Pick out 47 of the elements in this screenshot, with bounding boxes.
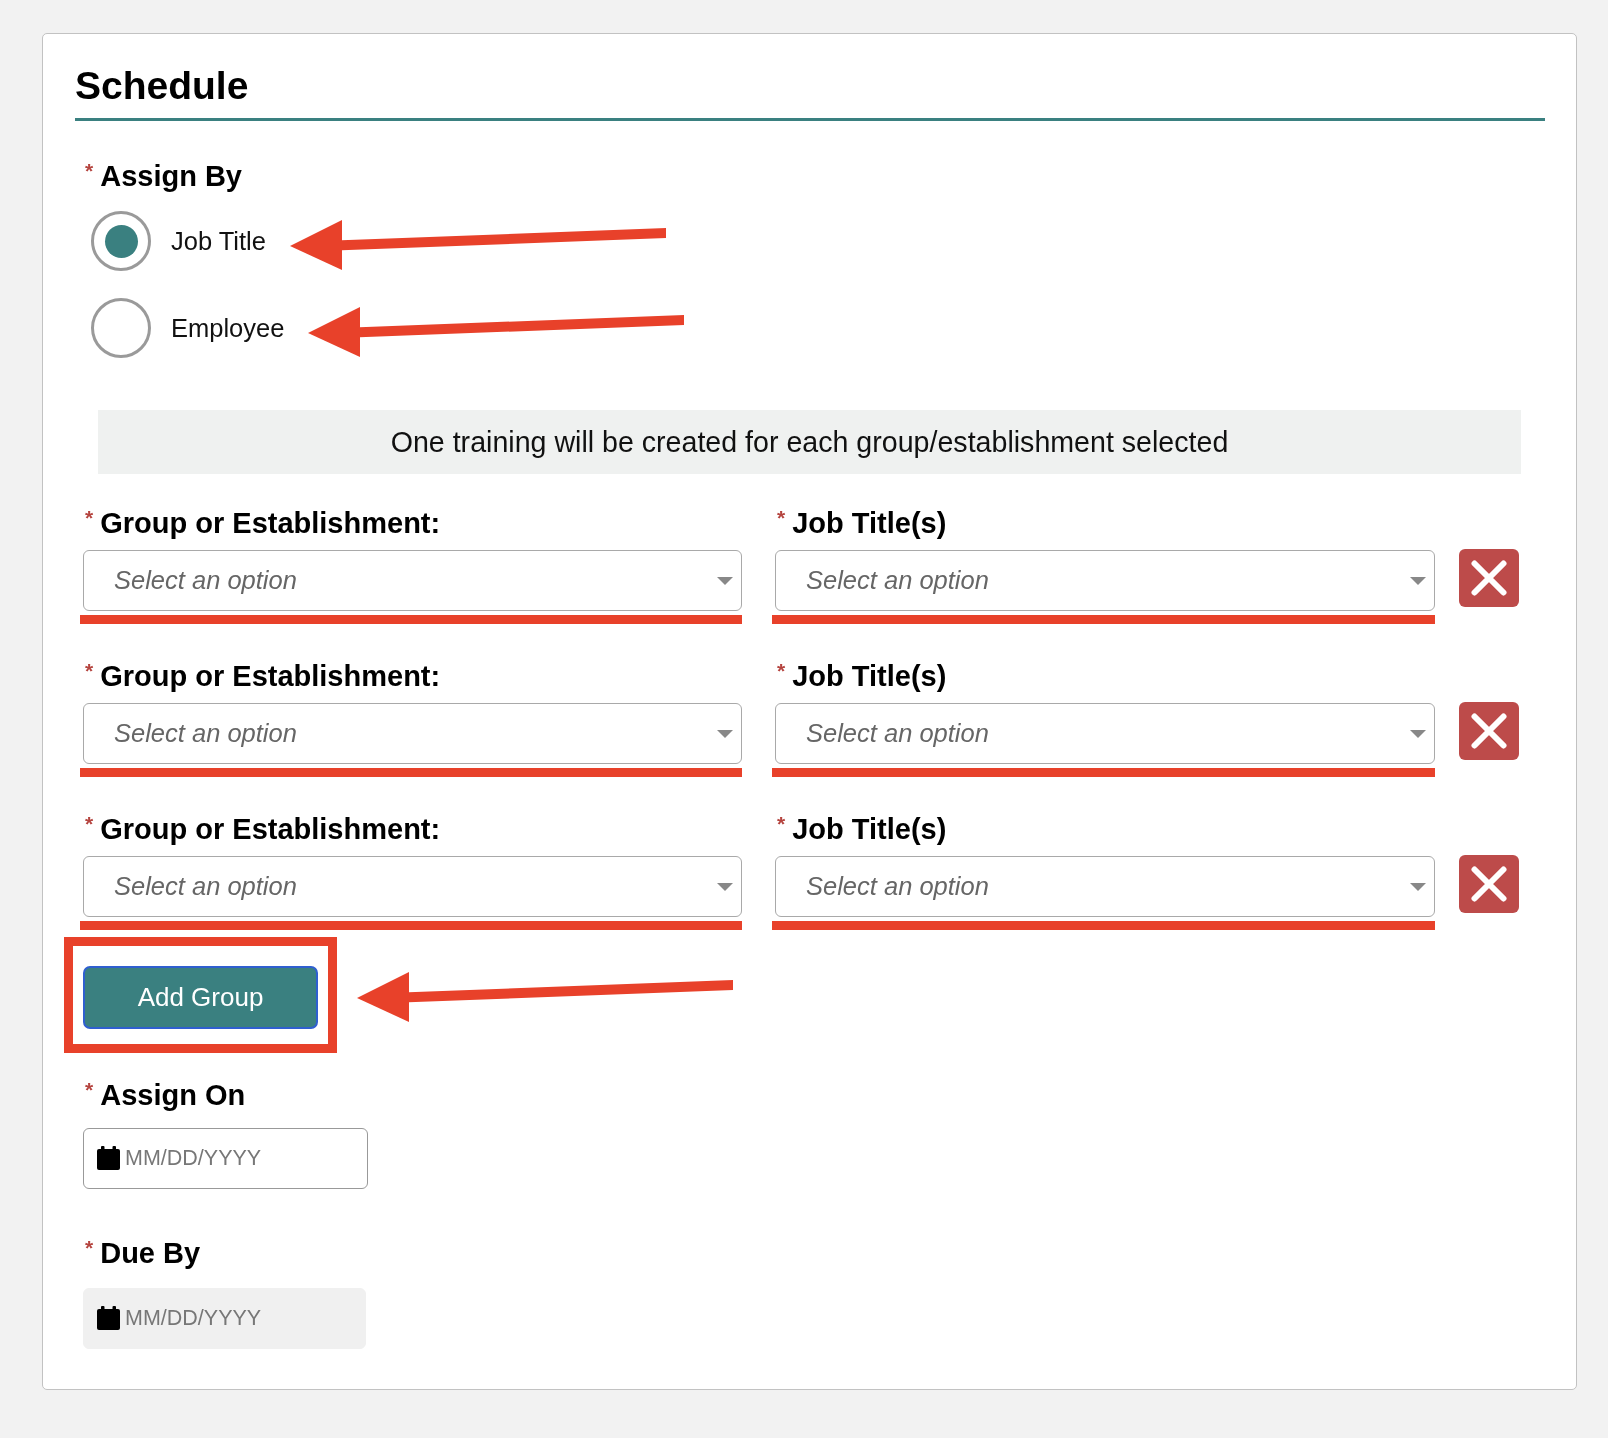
required-mark: * — [85, 1080, 94, 1100]
required-mark: * — [85, 161, 94, 181]
remove-button[interactable] — [1459, 855, 1519, 913]
field-label: Job Title(s) — [792, 507, 947, 539]
caret-icon — [717, 882, 733, 891]
required-mark: * — [85, 508, 94, 528]
close-icon — [1471, 866, 1507, 902]
field-label: Job Title(s) — [792, 813, 947, 845]
remove-button[interactable] — [1459, 702, 1519, 760]
required-mark: * — [777, 661, 786, 681]
radio-label[interactable]: Employee — [171, 313, 285, 343]
select-field[interactable]: Select an option — [83, 856, 742, 917]
add-group-button[interactable]: Add Group — [83, 966, 318, 1029]
section-title: Schedule — [75, 64, 249, 108]
remove-button[interactable] — [1459, 549, 1519, 607]
field-label: Assign By — [100, 160, 242, 192]
required-mark: * — [777, 814, 786, 834]
field-label: Job Title(s) — [792, 660, 947, 692]
required-mark: * — [777, 508, 786, 528]
close-icon — [1471, 560, 1507, 596]
caret-icon — [1410, 576, 1426, 585]
select-field[interactable]: Select an option — [775, 703, 1435, 764]
select-field[interactable]: Select an option — [775, 856, 1435, 917]
field-label: Group or Establishment: — [100, 660, 441, 692]
caret-icon — [717, 576, 733, 585]
info-banner: One training will be created for each group/establishment selected — [98, 410, 1521, 474]
caret-icon — [1410, 882, 1426, 891]
calendar-icon — [97, 1146, 120, 1170]
date-field[interactable]: MM/DD/YYYY — [83, 1128, 368, 1189]
radio-button[interactable] — [91, 298, 151, 358]
field-label: Assign On — [100, 1079, 246, 1111]
radio-button[interactable] — [91, 211, 151, 271]
caret-icon — [717, 729, 733, 738]
required-mark: * — [85, 1238, 94, 1258]
select-field[interactable]: Select an option — [83, 703, 742, 764]
calendar-icon — [97, 1306, 120, 1330]
field-label: Group or Establishment: — [100, 507, 441, 539]
select-field[interactable]: Select an option — [775, 550, 1435, 611]
field-label: Group or Establishment: — [100, 813, 441, 845]
caret-icon — [1410, 729, 1426, 738]
required-mark: * — [85, 661, 94, 681]
select-field[interactable]: Select an option — [83, 550, 742, 611]
required-mark: * — [85, 814, 94, 834]
close-icon — [1471, 713, 1507, 749]
date-field: MM/DD/YYYY — [83, 1288, 366, 1349]
radio-label[interactable]: Job Title — [171, 226, 266, 256]
field-label: Due By — [100, 1237, 201, 1269]
